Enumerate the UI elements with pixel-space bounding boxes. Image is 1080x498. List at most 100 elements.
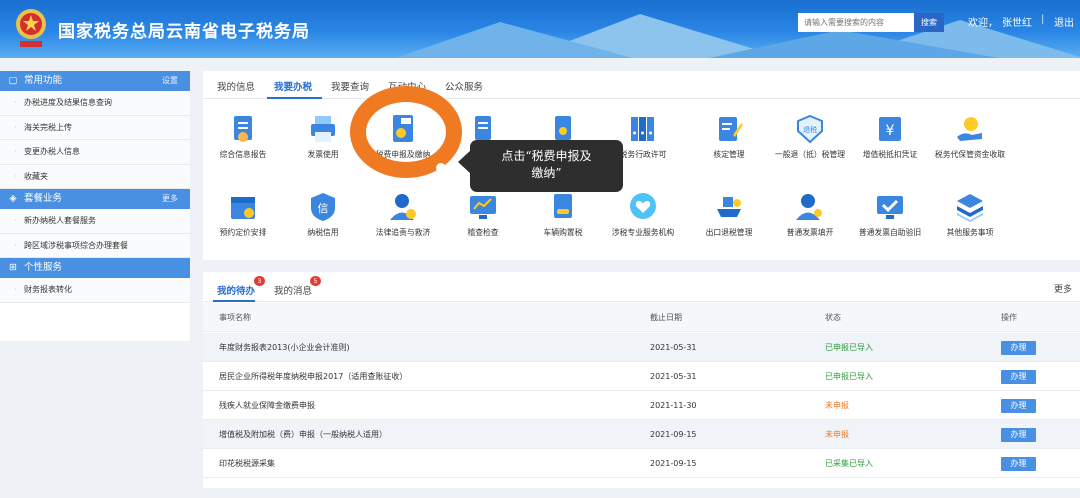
service-other[interactable]: 其他服务事项 — [933, 191, 1007, 238]
service-label: 发票使用 — [307, 150, 339, 159]
settings-link[interactable]: 设置 — [162, 71, 178, 91]
sidebar-item[interactable]: · 海关完税上传 — [0, 115, 190, 140]
section-title: 个性服务 — [24, 262, 63, 273]
search-input[interactable] — [798, 13, 914, 32]
sidebar-item[interactable]: · 变更办税人信息 — [0, 140, 190, 165]
task-deadline: 2021-09-15 — [650, 430, 697, 439]
handle-button[interactable]: 办理 — [1001, 399, 1036, 413]
service-label: 稽查检查 — [467, 228, 499, 237]
svg-text:退税: 退税 — [803, 125, 817, 134]
header-separator: | — [1041, 14, 1045, 25]
handle-button[interactable]: 办理 — [1001, 370, 1036, 384]
tab-do-tax[interactable]: 我要办税 — [274, 79, 312, 93]
sidebar-section-common: ▢ 常用功能 设置 — [0, 71, 190, 91]
task-deadline: 2021-05-31 — [650, 343, 697, 352]
task-name[interactable]: 印花税税源采集 — [219, 449, 275, 478]
service-pricing[interactable]: 预约定价安排 — [206, 191, 280, 238]
apps-icon: ⊞ — [9, 262, 17, 273]
table-row: 增值税及附加税（费）申报（一般纳税人适用） 2021-09-15 未申报 办理 — [203, 420, 1080, 449]
callout-line: 点击“税费申报及 — [501, 149, 592, 163]
more-link[interactable]: 更多 — [162, 189, 178, 209]
service-refund[interactable]: 退税 一般退（抵）税管理 — [773, 113, 847, 160]
table-row: 居民企业所得税年度纳税申报2017（适用查账征收） 2021-05-31 已申报… — [203, 362, 1080, 391]
service-credit[interactable]: 信 纳税信用 — [286, 191, 360, 238]
heart-chat-icon — [630, 193, 656, 219]
task-name[interactable]: 年度财务报表2013(小企业会计准则) — [219, 333, 350, 362]
handle-button[interactable]: 办理 — [1001, 341, 1036, 355]
vehicle-tax-icon — [554, 194, 572, 218]
handle-button[interactable]: 办理 — [1001, 428, 1036, 442]
tab-query[interactable]: 我要查询 — [331, 79, 369, 93]
service-agencies[interactable]: 涉税专业服务机构 — [606, 191, 680, 238]
service-label: 其他服务事项 — [946, 228, 994, 237]
service-invoice-use[interactable]: 发票使用 — [286, 113, 360, 160]
svg-text:信: 信 — [318, 202, 329, 215]
stack-icon — [957, 194, 983, 222]
search-button[interactable]: 搜索 — [914, 13, 944, 32]
sidebar-item[interactable]: · 办税进度及结果信息查询 — [0, 91, 190, 116]
active-tab-indicator — [267, 97, 322, 99]
tab-my-todo[interactable]: 我的待办 — [217, 283, 255, 297]
logout-link[interactable]: 退出 — [1054, 14, 1074, 29]
tab-public[interactable]: 公众服务 — [445, 79, 483, 93]
sidebar-item-label: 海关完税上传 — [24, 122, 72, 132]
site-title: 国家税务总局云南省电子税务局 — [58, 22, 310, 42]
task-status: 已申报已导入 — [825, 372, 873, 381]
task-name[interactable]: 残疾人就业保障金缴费申报 — [219, 391, 315, 420]
service-tabs: 我的信息 我要办税 我要查询 互动中心 公众服务 — [203, 71, 1080, 99]
report-icon — [234, 116, 252, 142]
service-inspection[interactable]: 稽查检查 — [446, 191, 520, 238]
service-custody-funds[interactable]: 税务代保管资金收取 — [933, 113, 1007, 160]
law-person-icon — [390, 194, 416, 220]
column-header: 状态 — [825, 313, 841, 322]
more-tasks-link[interactable]: 更多 — [1054, 282, 1072, 295]
instruction-callout: 点击“税费申报及 缴纳” — [470, 140, 623, 192]
service-invoice-issue[interactable]: 普通发票填开 — [773, 191, 847, 238]
service-invoice-check[interactable]: 普通发票自助验旧 — [853, 191, 927, 238]
service-label: 出口退税管理 — [705, 228, 753, 237]
top-header: 国家税务总局云南省电子税务局 搜索 欢迎， 张世红 | 退出 — [0, 0, 1080, 58]
sidebar-item-label: 变更办税人信息 — [24, 147, 80, 156]
service-label: 一般退（抵）税管理 — [774, 150, 846, 159]
service-verification[interactable]: 核定管理 — [692, 113, 766, 160]
calendar-icon — [231, 197, 255, 219]
user-invoice-icon — [796, 194, 822, 220]
service-label: 核定管理 — [713, 150, 745, 159]
sidebar-item-label: 收藏夹 — [24, 171, 48, 181]
sidebar-item[interactable]: · 新办纳税人套餐服务 — [0, 209, 190, 234]
callout-line: 缴纳” — [531, 166, 562, 180]
table-row: 残疾人就业保障金缴费申报 2021-11-30 未申报 办理 — [203, 391, 1080, 420]
user-name[interactable]: 张世红 — [1002, 14, 1032, 29]
welcome-text: 欢迎， — [968, 18, 998, 29]
sidebar-item[interactable]: · 收藏夹 — [0, 164, 190, 189]
task-name[interactable]: 居民企业所得税年度纳税申报2017（适用查账征收） — [219, 362, 407, 391]
service-vehicle-tax[interactable]: 车辆购置税 — [526, 191, 600, 238]
credit-shield-icon: 信 — [311, 193, 335, 221]
sidebar-item[interactable]: · 跨区域涉税事项综合办理套餐 — [0, 233, 190, 258]
monitor-chart-icon — [470, 196, 496, 219]
task-status: 已申报已导入 — [825, 343, 873, 352]
service-info-report[interactable]: 综合信息报告 — [206, 113, 280, 160]
edit-doc-icon — [719, 117, 743, 141]
ship-icon — [717, 197, 741, 217]
tasks-tabs: 我的待办 3 我的消息 5 更多 — [203, 272, 1080, 302]
tab-my-messages[interactable]: 我的消息 — [274, 283, 312, 297]
task-deadline: 2021-11-30 — [650, 401, 697, 410]
sidebar-item-label: 跨区域涉税事项综合办理套餐 — [24, 240, 128, 250]
service-legal[interactable]: 法律追责与救济 — [366, 191, 440, 238]
binders-icon — [631, 117, 654, 141]
task-name[interactable]: 增值税及附加税（费）申报（一般纳税人适用） — [219, 420, 387, 449]
section-title: 套餐业务 — [24, 193, 63, 204]
column-header: 截止日期 — [650, 313, 682, 322]
service-export-refund[interactable]: 出口退税管理 — [692, 191, 766, 238]
tab-my-info[interactable]: 我的信息 — [217, 79, 255, 93]
sidebar-section-personal: ⊞ 个性服务 — [0, 258, 190, 278]
service-label: 普通发票填开 — [786, 228, 834, 237]
sidebar-item[interactable]: · 财务报表转化 — [0, 278, 190, 303]
hand-money-icon — [957, 117, 982, 141]
message-count-badge: 5 — [310, 276, 321, 286]
handle-button[interactable]: 办理 — [1001, 457, 1036, 471]
service-vat-voucher[interactable]: ¥ 增值税抵扣凭证 — [853, 113, 927, 160]
table-row: 印花税税源采集 2021-09-15 已采集已导入 办理 — [203, 449, 1080, 478]
refund-icon: 退税 — [797, 114, 823, 144]
